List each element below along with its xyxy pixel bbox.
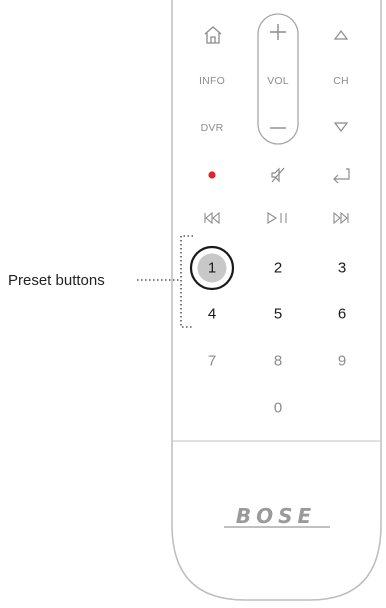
- channel-label: CH: [333, 74, 349, 87]
- bose-logo: BOSE: [235, 504, 317, 528]
- preset-button-3[interactable]: 3: [338, 261, 346, 276]
- mute-icon: [271, 167, 285, 183]
- preset-button-5[interactable]: 5: [274, 307, 282, 322]
- minus-icon: [270, 127, 286, 129]
- number-button-8[interactable]: 8: [274, 354, 282, 369]
- record-icon: [208, 171, 216, 179]
- channel-up-button[interactable]: [333, 28, 349, 42]
- volume-up-button[interactable]: [268, 22, 288, 42]
- home-icon: [204, 26, 222, 44]
- dvr-button[interactable]: DVR: [201, 123, 224, 134]
- play-pause-icon: [267, 212, 287, 224]
- number-button-9[interactable]: 9: [338, 354, 346, 369]
- volume-down-button[interactable]: [268, 121, 288, 135]
- preset-button-6[interactable]: 6: [338, 307, 346, 322]
- return-icon: [333, 168, 350, 184]
- skip-back-button[interactable]: [203, 212, 221, 224]
- preset-button-2[interactable]: 2: [274, 261, 282, 276]
- preset-button-1[interactable]: 1: [208, 261, 216, 276]
- return-button[interactable]: [331, 166, 351, 184]
- mute-button[interactable]: [269, 166, 287, 184]
- play-pause-button[interactable]: [266, 212, 290, 224]
- preset-buttons-callout: Preset buttons: [8, 272, 105, 289]
- number-button-7[interactable]: 7: [208, 354, 216, 369]
- preset-button-4[interactable]: 4: [208, 307, 216, 322]
- skip-back-icon: [204, 212, 220, 224]
- volume-label: VOL: [267, 74, 289, 87]
- number-button-0[interactable]: 0: [274, 401, 282, 416]
- record-button[interactable]: [207, 170, 217, 180]
- channel-up-icon: [333, 30, 349, 40]
- preset-bracket: [180, 235, 194, 328]
- remote-graphic: [137, 0, 382, 601]
- skip-forward-button[interactable]: [332, 212, 350, 224]
- info-button[interactable]: INFO: [199, 76, 225, 87]
- home-button[interactable]: [202, 24, 224, 46]
- channel-down-icon: [333, 122, 349, 132]
- plus-icon: [270, 24, 286, 40]
- channel-down-button[interactable]: [333, 120, 349, 134]
- skip-forward-icon: [333, 212, 349, 224]
